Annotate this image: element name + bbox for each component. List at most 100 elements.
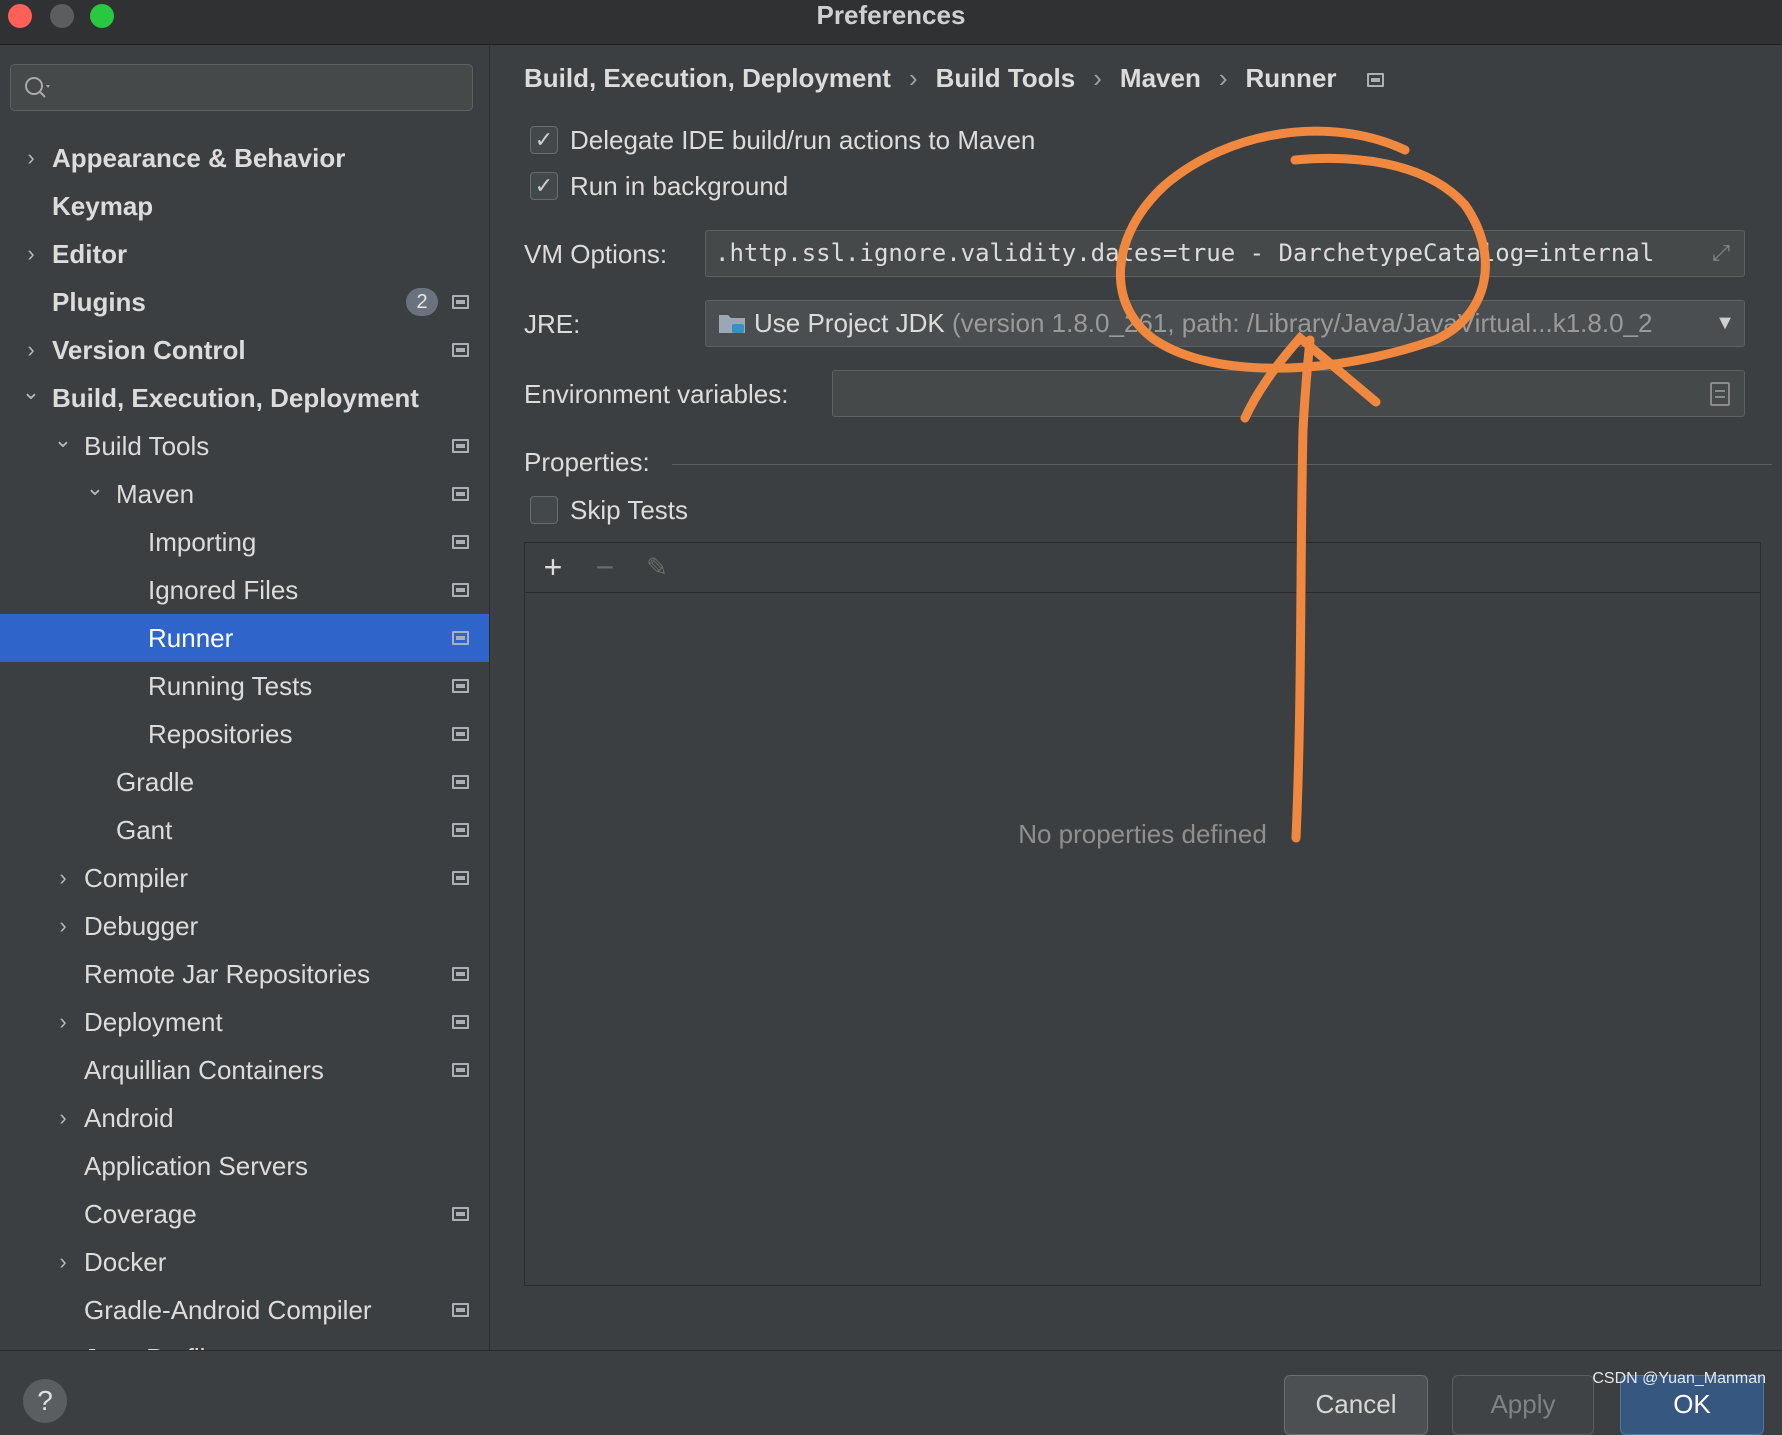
sidebar-item-application-servers[interactable]: Application Servers: [0, 1142, 489, 1190]
watermark: CSDN @Yuan_Manman: [1592, 1370, 1766, 1387]
search-input[interactable]: [10, 64, 473, 111]
help-button[interactable]: ?: [23, 1379, 67, 1423]
jre-value: Use Project JDK: [754, 308, 945, 338]
sidebar-item-label: Plugins: [52, 287, 146, 317]
sidebar-item-build-execution-deployment[interactable]: ⌄ Build, Execution, Deployment: [0, 374, 489, 422]
dialog-button-bar: ? Cancel Apply OK: [0, 1350, 1782, 1435]
project-scope-icon: [452, 679, 469, 693]
chevron-right-icon[interactable]: ›: [20, 134, 42, 182]
sidebar-item-label: Gradle: [116, 767, 195, 797]
remove-icon[interactable]: −: [587, 549, 623, 585]
sidebar-item-java-profiler[interactable]: › Java Profiler: [0, 1334, 489, 1350]
breadcrumb-item[interactable]: Build, Execution, Deployment: [524, 58, 891, 98]
sidebar-item-deployment[interactable]: › Deployment: [0, 998, 489, 1046]
properties-label: Properties:: [524, 447, 650, 477]
sidebar-item-label: Coverage: [84, 1199, 197, 1229]
chevron-right-icon: ›: [1218, 63, 1228, 93]
project-scope-icon: [452, 295, 469, 309]
background-checkbox[interactable]: ✓: [530, 172, 558, 200]
project-scope-icon: [452, 1207, 469, 1221]
sidebar-item-label: Compiler: [84, 863, 189, 893]
chevron-right-icon[interactable]: ›: [20, 326, 42, 374]
cancel-button[interactable]: Cancel: [1284, 1375, 1428, 1435]
chevron-right-icon: ›: [1093, 63, 1102, 93]
project-scope-icon: [452, 823, 469, 837]
sidebar-item-label: Repositories: [148, 719, 293, 749]
sidebar-item-label: Build Tools: [84, 431, 210, 461]
properties-toolbar: + − ✎: [525, 543, 1760, 593]
project-scope-icon: [452, 775, 469, 789]
delegate-label: Delegate IDE build/run actions to Maven: [570, 125, 1036, 155]
sidebar-item-keymap[interactable]: Keymap: [0, 182, 489, 230]
edit-icon[interactable]: ✎: [639, 549, 675, 585]
sidebar-item-label: Deployment: [84, 1007, 223, 1037]
skip-tests-label: Skip Tests: [570, 495, 689, 525]
sidebar-item-label: Java Profiler: [84, 1334, 229, 1350]
chevron-right-icon[interactable]: ›: [52, 902, 74, 950]
expand-icon[interactable]: ⤢: [1708, 241, 1734, 267]
sidebar-item-editor[interactable]: › Editor: [0, 230, 489, 278]
sidebar-item-build-tools[interactable]: ⌄ Build Tools: [0, 422, 489, 470]
project-scope-icon: [452, 967, 469, 981]
sidebar-item-ignored-files[interactable]: Ignored Files: [0, 566, 489, 614]
sidebar-item-compiler[interactable]: › Compiler: [0, 854, 489, 902]
apply-button[interactable]: Apply: [1452, 1375, 1594, 1435]
sidebar-item-debugger[interactable]: › Debugger: [0, 902, 489, 950]
sidebar-item-label: Debugger: [84, 911, 199, 941]
breadcrumb-item[interactable]: Maven: [1120, 58, 1201, 98]
sidebar-item-label: Appearance & Behavior: [52, 143, 346, 173]
sidebar-item-label: Application Servers: [84, 1151, 308, 1181]
sidebar-item-coverage[interactable]: Coverage: [0, 1190, 489, 1238]
project-scope-icon: [452, 583, 469, 597]
breadcrumb-item[interactable]: Build Tools: [936, 58, 1076, 98]
sidebar-item-appearance-behavior[interactable]: › Appearance & Behavior: [0, 134, 489, 182]
env-variables-label: Environment variables:: [524, 379, 789, 409]
skip-tests-checkbox[interactable]: [530, 496, 558, 524]
chevron-down-icon[interactable]: ⌄: [20, 374, 42, 422]
add-icon[interactable]: +: [535, 549, 571, 585]
sidebar-item-runner[interactable]: Runner: [0, 614, 489, 662]
update-count-badge: 2: [406, 288, 438, 316]
title-bar: Preferences: [0, 0, 1782, 45]
chevron-right-icon[interactable]: ›: [52, 1094, 74, 1142]
sidebar-item-running-tests[interactable]: Running Tests: [0, 662, 489, 710]
sidebar-item-label: Ignored Files: [148, 575, 299, 605]
sidebar-item-docker[interactable]: › Docker: [0, 1238, 489, 1286]
chevron-right-icon[interactable]: ›: [52, 1334, 74, 1350]
sidebar-item-label: Gradle-Android Compiler: [84, 1295, 372, 1325]
sidebar-item-label: Arquillian Containers: [84, 1055, 324, 1085]
chevron-down-icon[interactable]: ⌄: [52, 422, 74, 470]
delegate-checkbox[interactable]: ✓: [530, 126, 558, 154]
chevron-right-icon[interactable]: ›: [52, 998, 74, 1046]
chevron-down-icon[interactable]: ⌄: [84, 470, 106, 518]
project-scope-icon: [452, 487, 469, 501]
vm-options-field[interactable]: .http.ssl.ignore.validity.dates=true - D…: [705, 230, 1745, 277]
chevron-down-icon[interactable]: ▼: [1706, 301, 1744, 346]
sidebar-item-gradle-android-compiler[interactable]: Gradle-Android Compiler: [0, 1286, 489, 1334]
jre-label: JRE:: [524, 309, 581, 339]
sidebar-item-label: Runner: [148, 623, 234, 653]
chevron-right-icon[interactable]: ›: [52, 854, 74, 902]
sidebar-item-remote-jar-repositories[interactable]: Remote Jar Repositories: [0, 950, 489, 998]
sidebar-item-android[interactable]: › Android: [0, 1094, 489, 1142]
sidebar-item-gant[interactable]: Gant: [0, 806, 489, 854]
sidebar-item-arquillian-containers[interactable]: Arquillian Containers: [0, 1046, 489, 1094]
sidebar-item-label: Editor: [52, 239, 128, 269]
sidebar-item-version-control[interactable]: › Version Control: [0, 326, 489, 374]
browse-icon[interactable]: [1710, 382, 1730, 406]
sidebar-item-gradle[interactable]: Gradle: [0, 758, 489, 806]
sidebar-item-label: Version Control: [52, 335, 246, 365]
settings-sidebar: › Appearance & Behavior Keymap › Editor Plugi…: [0, 46, 490, 1350]
sidebar-item-maven[interactable]: ⌄ Maven: [0, 470, 489, 518]
sidebar-item-repositories[interactable]: Repositories: [0, 710, 489, 758]
env-variables-field[interactable]: [832, 370, 1745, 417]
properties-divider: [672, 464, 1772, 465]
jre-dropdown[interactable]: Use Project JDK (version 1.8.0_261, path…: [705, 300, 1745, 347]
sidebar-item-label: Maven: [116, 479, 195, 509]
sidebar-item-plugins[interactable]: Plugins 2: [0, 278, 489, 326]
sidebar-item-importing[interactable]: Importing: [0, 518, 489, 566]
chevron-right-icon[interactable]: ›: [52, 1238, 74, 1286]
chevron-right-icon[interactable]: ›: [20, 230, 42, 278]
breadcrumb-item: Runner: [1245, 63, 1337, 93]
jdk-folder-icon: [719, 315, 745, 333]
